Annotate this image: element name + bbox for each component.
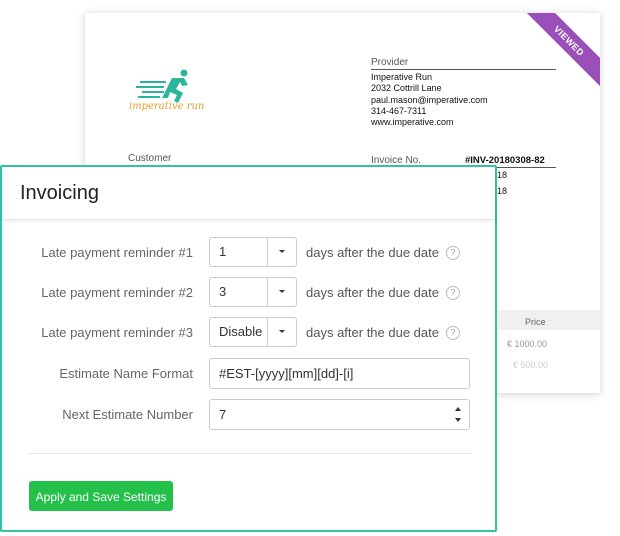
viewed-ribbon: VIEWED — [515, 13, 600, 95]
panel-title: Invoicing — [20, 182, 99, 204]
reminder-row-1: Late payment reminder #1 1 days after th… — [2, 237, 499, 269]
price-value: € 500.00 — [513, 360, 549, 370]
reminder-1-suffix: days after the due date — [306, 245, 439, 260]
reminder-2-suffix: days after the due date — [306, 285, 439, 300]
provider-email: paul.mason@imperative.com — [371, 94, 488, 105]
reminder-2-value: 3 — [219, 284, 227, 299]
provider-details: Imperative Run 2032 Cottrill Lane paul.m… — [371, 72, 488, 128]
date-fragment: 18 — [497, 186, 508, 196]
chevron-down-icon[interactable] — [267, 238, 296, 266]
logo-wordmark: imperative run — [129, 101, 205, 112]
provider-label: Provider — [371, 57, 409, 68]
price-column-header — [495, 310, 600, 330]
provider-website: www.imperative.com — [371, 117, 454, 128]
estimate-format-input[interactable]: #EST-[yyyy][mm][dd]-[i] — [209, 358, 470, 389]
next-estimate-input[interactable]: 7 — [209, 399, 470, 430]
reminder-3-select[interactable]: Disable — [209, 317, 297, 347]
reminder-row-2: Late payment reminder #2 3 days after th… — [2, 277, 499, 309]
reminder-1-select[interactable]: 1 — [209, 237, 297, 267]
provider-name: Imperative Run — [371, 72, 433, 82]
reminder-2-select[interactable]: 3 — [209, 277, 297, 307]
help-icon[interactable]: ? — [446, 286, 460, 300]
reminder-row-3: Late payment reminder #3 Disable days af… — [2, 317, 499, 349]
price-header-label: Price — [525, 317, 546, 327]
provider-divider — [371, 69, 556, 70]
apply-save-settings-button[interactable]: Apply and Save Settings — [29, 481, 173, 511]
estimate-format-row: Estimate Name Format #EST-[yyyy][mm][dd]… — [2, 358, 499, 390]
provider-address: 2032 Cottrill Lane — [371, 83, 442, 94]
price-value: € 1000.00 — [507, 339, 548, 349]
chevron-down-icon[interactable] — [267, 318, 296, 346]
chevron-down-icon[interactable] — [267, 278, 296, 306]
next-estimate-row: Next Estimate Number 7 — [2, 399, 499, 431]
panel-divider — [29, 453, 471, 454]
help-icon[interactable]: ? — [446, 326, 460, 340]
reminder-3-label: Late payment reminder #3 — [41, 325, 193, 340]
reminder-3-suffix: days after the due date — [306, 325, 439, 340]
invoicing-panel: Invoicing Late payment reminder #1 1 day… — [0, 165, 497, 532]
estimate-format-label: Estimate Name Format — [59, 366, 193, 381]
panel-header: Invoicing — [2, 167, 495, 220]
next-estimate-label: Next Estimate Number — [62, 407, 193, 422]
stepper-up-icon[interactable] — [455, 407, 461, 411]
number-stepper[interactable] — [447, 400, 469, 429]
provider-phone: 314-467-7311 — [371, 105, 427, 116]
help-icon[interactable]: ? — [446, 246, 460, 260]
reminder-3-value: Disable — [219, 324, 263, 339]
reminder-1-label: Late payment reminder #1 — [41, 245, 193, 260]
reminder-2-label: Late payment reminder #2 — [41, 285, 193, 300]
date-fragment: 18 — [497, 170, 508, 180]
customer-label: Customer — [128, 153, 172, 164]
next-estimate-value: 7 — [219, 407, 227, 422]
reminder-1-value: 1 — [219, 244, 227, 259]
stepper-down-icon[interactable] — [455, 418, 461, 422]
